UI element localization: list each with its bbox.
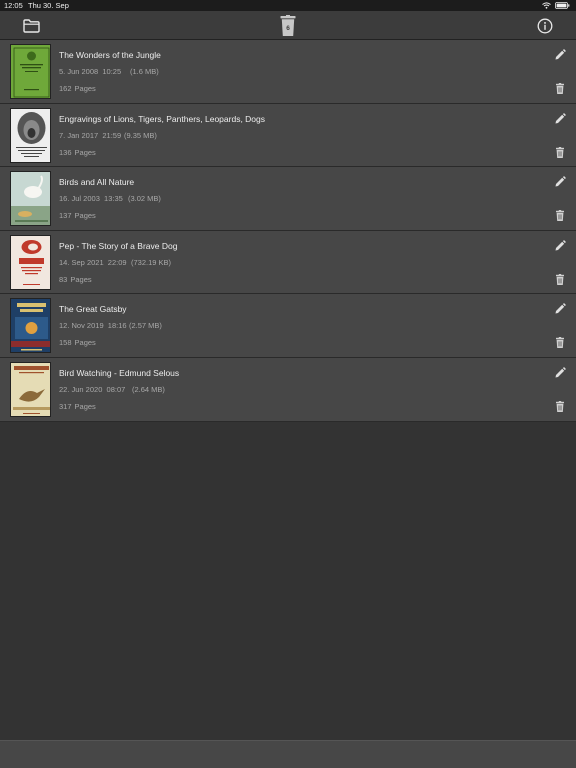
- book-row[interactable]: Birds and All Nature 16. Jul 2003 13:35 …: [0, 167, 576, 231]
- page-count: 83: [59, 274, 68, 284]
- book-row[interactable]: Engravings of Lions, Tigers, Panthers, L…: [0, 103, 576, 168]
- book-date: 14. Sep 2021 22:09: [59, 257, 127, 267]
- book-size: (3.02 MB): [128, 194, 161, 204]
- book-row[interactable]: The Wonders of the Jungle 5. Jun 2008 10…: [0, 40, 576, 104]
- book-title: Engravings of Lions, Tigers, Panthers, L…: [59, 113, 266, 124]
- folder-icon: [22, 19, 40, 33]
- book-size: (732.19 KB): [131, 257, 172, 267]
- book-cover-image: [11, 45, 50, 98]
- book-cover: [10, 171, 51, 227]
- book-title: The Great Gatsby: [59, 304, 127, 315]
- trash-icon[interactable]: [555, 210, 565, 222]
- pages-label: Pages: [74, 401, 96, 411]
- page-count: 158: [59, 338, 72, 348]
- trash-icon[interactable]: [555, 273, 565, 285]
- pencil-icon[interactable]: [554, 49, 566, 61]
- trash-button[interactable]: 6: [278, 15, 298, 37]
- book-pages: 137 Pages: [59, 211, 96, 220]
- book-row[interactable]: Pep - The Story of a Brave Dog 14. Sep 2…: [0, 230, 576, 295]
- battery-icon: [555, 2, 570, 9]
- pages-label: Pages: [74, 147, 96, 157]
- trash-icon[interactable]: [555, 400, 565, 412]
- book-size: (2.57 MB): [129, 321, 162, 331]
- book-pages: 317 Pages: [59, 402, 96, 411]
- book-cover-image: [11, 362, 50, 416]
- book-size: (1.6 MB): [130, 67, 159, 76]
- pencil-icon[interactable]: [554, 303, 566, 315]
- book-cover: [10, 234, 51, 290]
- book-size: (9.35 MB): [124, 130, 157, 140]
- info-button[interactable]: [535, 15, 555, 37]
- book-date: 12. Nov 2019 18:16: [59, 321, 127, 331]
- book-cover: [10, 298, 51, 354]
- pages-label: Pages: [74, 338, 96, 348]
- trash-icon[interactable]: [555, 337, 565, 349]
- book-cover: [10, 44, 51, 99]
- trash-icon[interactable]: [555, 83, 565, 94]
- book-date: 5. Jun 2008 10:25: [59, 67, 122, 76]
- book-pages: 162 Pages: [59, 84, 96, 93]
- trash-icon[interactable]: [555, 146, 565, 158]
- book-pages: 158 Pages: [59, 338, 96, 347]
- book-pages: 136 Pages: [59, 148, 96, 157]
- page-count: 137: [59, 211, 72, 221]
- book-title: Birds and All Nature: [59, 177, 135, 188]
- status-date: Thu 30. Sep: [28, 1, 69, 10]
- book-cover: [10, 107, 51, 163]
- page-count: 162: [59, 84, 72, 93]
- page-count: 136: [59, 147, 72, 157]
- book-date: 16. Jul 2003 13:35: [59, 194, 123, 204]
- book-title: Bird Watching - Edmund Selous: [59, 367, 180, 378]
- book-title: The Wonders of the Jungle: [59, 50, 161, 60]
- book-list: The Wonders of the Jungle 5. Jun 2008 10…: [0, 40, 576, 422]
- book-row[interactable]: Bird Watching - Edmund Selous 22. Jun 20…: [0, 357, 576, 422]
- trash-count-badge: 6: [286, 25, 290, 32]
- pencil-icon[interactable]: [554, 367, 566, 379]
- pencil-icon[interactable]: [554, 112, 566, 125]
- book-cover-image: [11, 299, 50, 353]
- book-row[interactable]: The Great Gatsby 12. Nov 2019 18:16 (2.5…: [0, 294, 576, 358]
- pages-label: Pages: [70, 274, 92, 284]
- pencil-icon[interactable]: [554, 239, 566, 252]
- status-bar: 12:05 Thu 30. Sep: [0, 0, 576, 11]
- pages-label: Pages: [74, 211, 96, 221]
- toolbar: 6: [0, 11, 576, 40]
- bottom-bar: [0, 740, 576, 768]
- status-icons: [542, 0, 570, 11]
- book-cover-image: [11, 108, 50, 162]
- book-size: (2.64 MB): [132, 384, 165, 394]
- book-cover: [10, 361, 51, 417]
- book-date: 7. Jan 2017 21:59: [59, 130, 122, 140]
- status-time: 12:05: [4, 1, 23, 10]
- book-date: 22. Jun 2020 08:07: [59, 384, 126, 394]
- book-cover-image: [11, 235, 50, 289]
- page-count: 317: [59, 401, 72, 411]
- pencil-icon[interactable]: [554, 176, 566, 188]
- book-title: Pep - The Story of a Brave Dog: [59, 240, 178, 251]
- pages-label: Pages: [74, 84, 96, 93]
- info-icon: [537, 18, 553, 34]
- folder-button[interactable]: [20, 15, 42, 37]
- book-pages: 83 Pages: [59, 275, 92, 284]
- book-cover-image: [11, 172, 50, 226]
- wifi-icon: [542, 2, 551, 9]
